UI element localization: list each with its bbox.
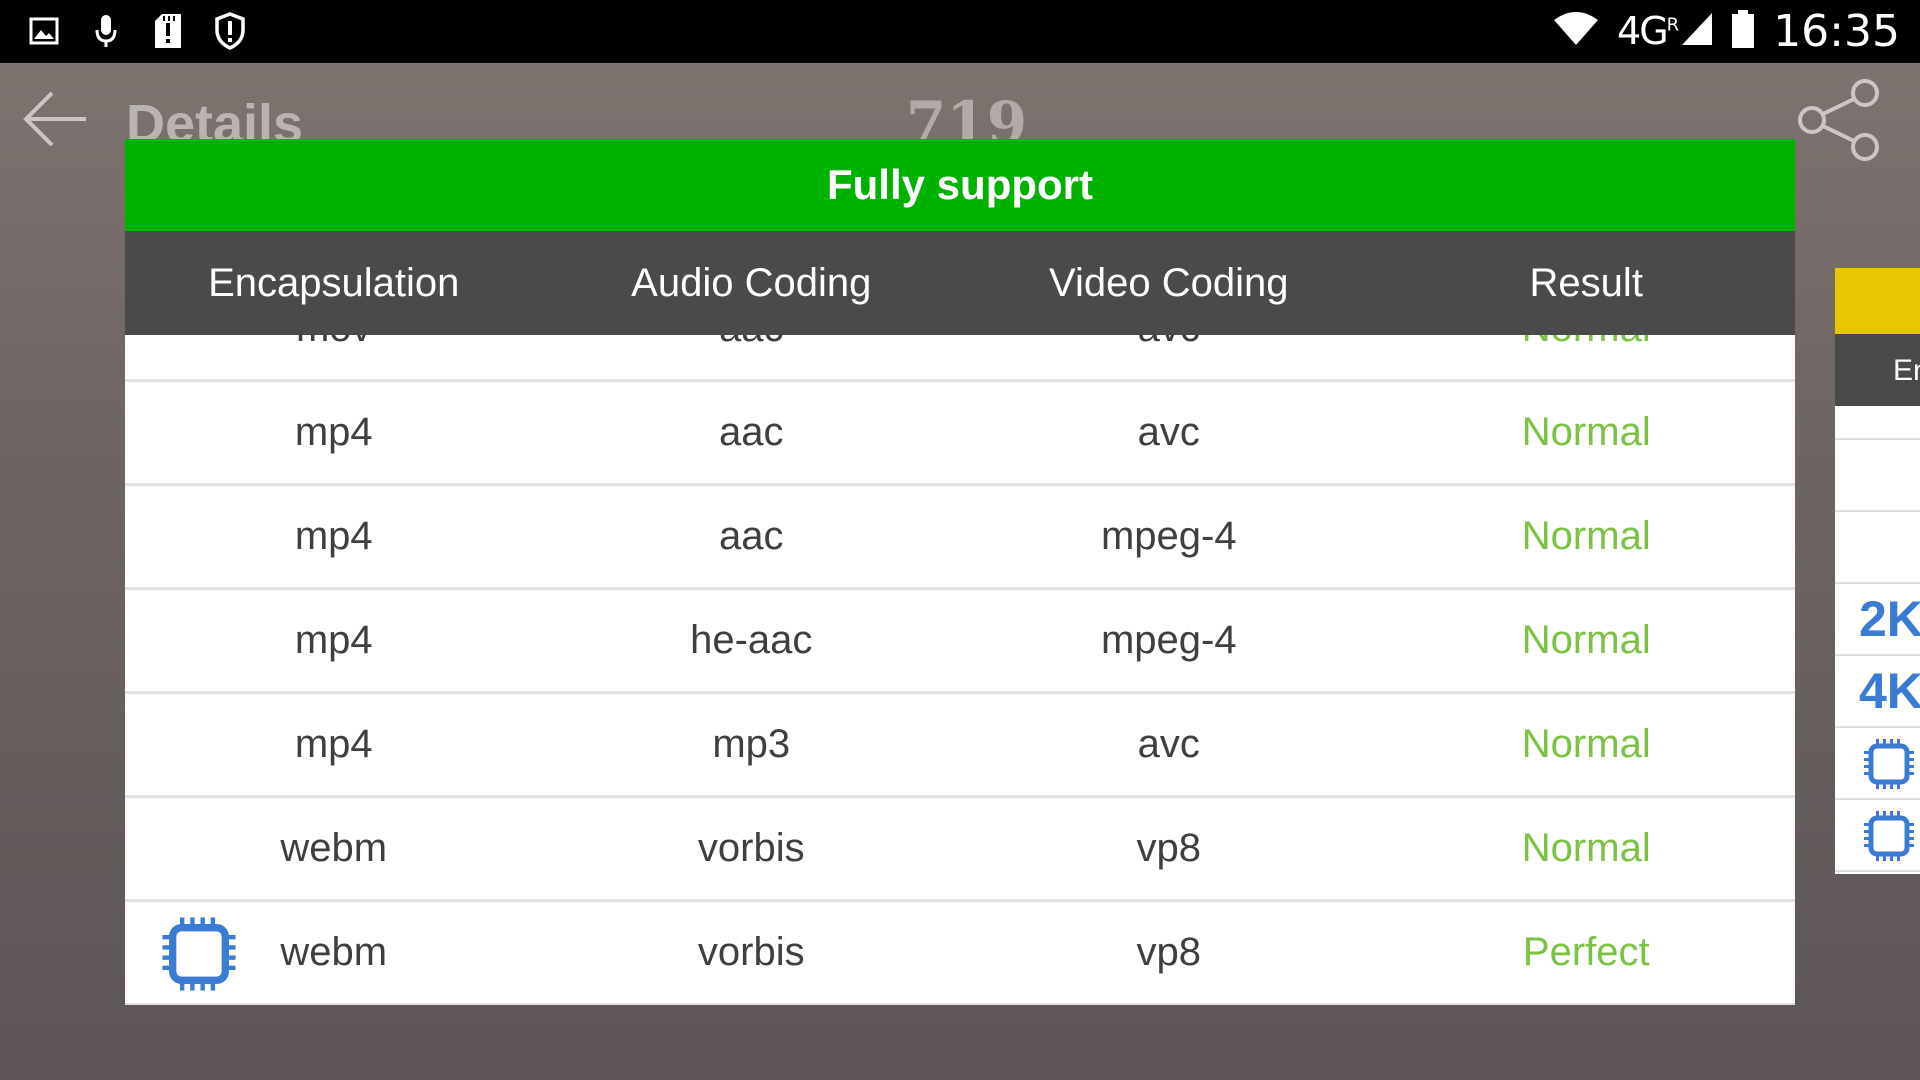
cell-result: Normal bbox=[1521, 514, 1651, 558]
shield-alert-icon bbox=[214, 12, 246, 50]
cell-encapsulation: mp4 bbox=[294, 618, 373, 662]
cell-video-coding: mpeg-4 bbox=[1100, 618, 1237, 662]
cell-video-coding: avc bbox=[1137, 722, 1200, 766]
background-results-panel: En 2K 4K bbox=[1835, 268, 1920, 874]
cell-encapsulation: mov bbox=[125, 335, 543, 351]
table-row[interactable]: mp4 aac mpeg-4 Normal bbox=[125, 486, 1795, 590]
cell-result: Normal bbox=[1521, 618, 1651, 662]
hardware-chip-icon bbox=[1863, 738, 1915, 795]
cell-audio-coding: aac bbox=[719, 410, 784, 454]
cell-result: Normal bbox=[1378, 335, 1796, 351]
list-item bbox=[1835, 728, 1920, 800]
list-item: 2K bbox=[1835, 584, 1920, 656]
list-item: 4K bbox=[1835, 656, 1920, 728]
cell-audio-coding: aac bbox=[719, 514, 784, 558]
sd-card-alert-icon bbox=[152, 12, 184, 50]
cell-result: Normal bbox=[1521, 722, 1651, 766]
table-row[interactable]: webm vorbis vp8 Perfect bbox=[125, 902, 1795, 1005]
cell-encapsulation: mp4 bbox=[294, 410, 373, 454]
column-header-audio-coding: Audio Coding bbox=[631, 260, 872, 305]
panel-header-bar bbox=[1835, 268, 1920, 334]
column-header-result: Result bbox=[1529, 260, 1643, 305]
signal-icon bbox=[1681, 12, 1713, 51]
table-row[interactable]: movaacavcNormal bbox=[125, 335, 1795, 382]
cell-encapsulation: mp4 bbox=[294, 514, 373, 558]
battery-icon bbox=[1731, 9, 1755, 54]
cell-audio-coding: mp3 bbox=[712, 722, 791, 766]
status-bar: 4GR 16:35 bbox=[0, 0, 1920, 63]
cell-video-coding: avc bbox=[960, 335, 1378, 351]
table-row[interactable]: mp4 mp3 avc Normal bbox=[125, 694, 1795, 798]
support-dialog: Fully support Encapsulation Audio Coding… bbox=[125, 139, 1795, 1005]
cell-audio-coding: he-aac bbox=[690, 618, 813, 662]
cell-result: Perfect bbox=[1522, 930, 1650, 974]
table-header: Encapsulation Audio Coding Video Coding … bbox=[125, 231, 1795, 335]
panel-column-header: En bbox=[1835, 334, 1920, 406]
cell-audio-coding: vorbis bbox=[697, 826, 805, 870]
list-item bbox=[1835, 512, 1920, 584]
cell-video-coding: mpeg-4 bbox=[1100, 514, 1237, 558]
network-type: 4GR bbox=[1617, 9, 1679, 53]
table-row[interactable]: mp4 he-aac mpeg-4 Normal bbox=[125, 590, 1795, 694]
hardware-chip-icon bbox=[1863, 810, 1915, 867]
list-item bbox=[1835, 406, 1920, 440]
cell-video-coding: avc bbox=[1137, 410, 1200, 454]
column-header-encapsulation: Encapsulation bbox=[208, 260, 460, 305]
table-row[interactable]: mp4 aac avc Normal bbox=[125, 382, 1795, 486]
list-item bbox=[1835, 800, 1920, 872]
cell-audio-coding: vorbis bbox=[697, 930, 805, 974]
column-header-video-coding: Video Coding bbox=[1049, 260, 1289, 305]
cell-encapsulation: webm bbox=[280, 826, 388, 870]
cell-result: Normal bbox=[1521, 410, 1651, 454]
resolution-4k-badge: 4K bbox=[1859, 663, 1920, 719]
share-icon[interactable] bbox=[1796, 79, 1882, 161]
table-row[interactable]: webm vorbis vp8 Normal bbox=[125, 798, 1795, 902]
cell-result: Normal bbox=[1521, 826, 1651, 870]
cell-encapsulation: mp4 bbox=[294, 722, 373, 766]
hardware-chip-icon bbox=[161, 916, 237, 992]
image-icon bbox=[28, 12, 60, 50]
table-body[interactable]: movaacavcNormalmp4aacavcNormalmp4aacmpeg… bbox=[125, 335, 1795, 1005]
clock: 16:35 bbox=[1773, 5, 1900, 57]
cell-video-coding: vp8 bbox=[1136, 826, 1202, 870]
wifi-icon bbox=[1553, 11, 1599, 51]
cell-video-coding: vp8 bbox=[1136, 930, 1202, 974]
cell-audio-coding: aac bbox=[543, 335, 961, 351]
microphone-icon bbox=[90, 12, 122, 50]
resolution-2k-badge: 2K bbox=[1859, 591, 1920, 647]
dialog-title: Fully support bbox=[125, 139, 1795, 231]
back-arrow-icon[interactable] bbox=[22, 89, 88, 149]
list-item bbox=[1835, 440, 1920, 512]
